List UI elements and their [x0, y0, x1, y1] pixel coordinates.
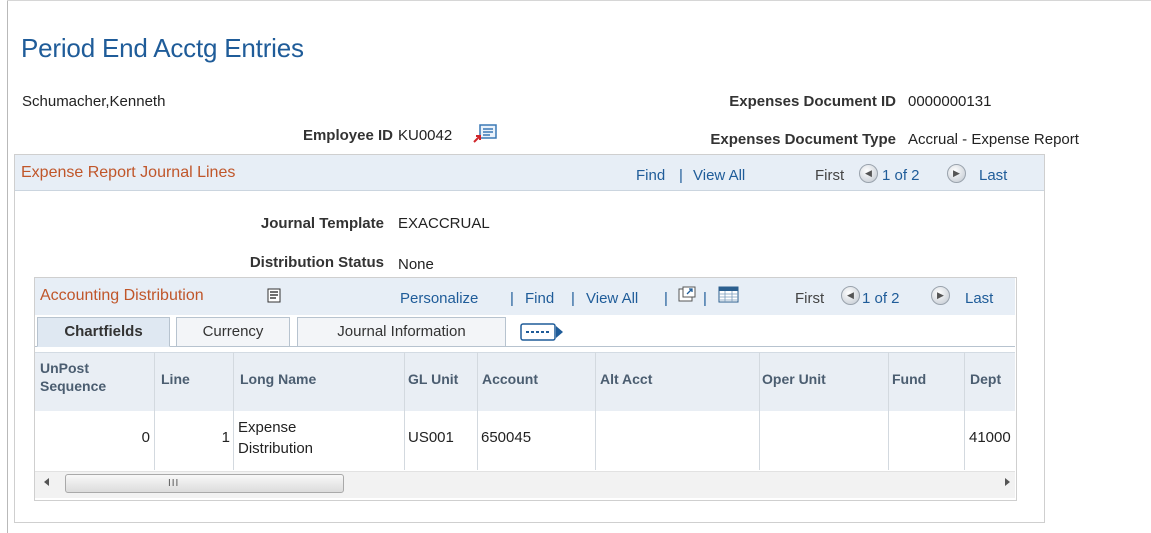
column-divider	[233, 352, 234, 470]
journal-lines-first-label: First	[815, 167, 845, 184]
show-all-columns-icon[interactable]	[520, 322, 565, 342]
journal-template-label: Journal Template	[260, 215, 384, 232]
document-type-value: Accrual - Expense Report	[908, 131, 1079, 148]
column-header-unpost-sequence[interactable]: UnPost Sequence	[40, 359, 140, 395]
column-divider	[404, 352, 405, 470]
distribution-separator-1: |	[510, 290, 514, 307]
scroll-left-arrow-icon[interactable]	[44, 478, 49, 486]
employee-lookup-icon[interactable]	[473, 124, 497, 144]
journal-lines-last-label[interactable]: Last	[979, 167, 1007, 184]
journal-template-value: EXACCRUAL	[398, 215, 490, 232]
column-header-account[interactable]: Account	[482, 371, 538, 387]
column-divider	[888, 352, 889, 470]
accounting-distribution-title: Accounting Distribution	[40, 287, 204, 304]
distribution-status-label: Distribution Status	[249, 254, 384, 271]
journal-lines-title: Expense Report Journal Lines	[21, 164, 236, 181]
column-divider	[759, 352, 760, 470]
cell-unpost-sequence: 0	[141, 429, 150, 446]
prev-circle-icon[interactable]: ◀	[841, 286, 860, 305]
personalize-link[interactable]: Personalize	[400, 290, 478, 307]
journal-lines-pager: 1 of 2	[882, 167, 920, 184]
column-divider	[595, 352, 596, 470]
employee-id-value: KU0042	[398, 127, 453, 144]
distribution-separator-2: |	[571, 290, 575, 307]
next-circle-icon[interactable]: ▶	[931, 286, 950, 305]
distribution-separator-4: |	[703, 290, 707, 307]
tab-journal-information[interactable]: Journal Information	[297, 317, 506, 347]
employee-id-label: Employee ID	[302, 127, 393, 144]
tab-currency[interactable]: Currency	[176, 317, 290, 347]
tab-chartfields[interactable]: Chartfields	[37, 317, 170, 347]
document-id-label: Expenses Document ID	[729, 93, 896, 110]
zoom-grid-icon[interactable]	[678, 286, 696, 303]
column-divider	[477, 352, 478, 470]
journal-lines-separator: |	[679, 167, 683, 184]
column-divider	[964, 352, 965, 470]
distribution-pager: 1 of 2	[862, 290, 900, 307]
column-header-oper-unit[interactable]: Oper Unit	[762, 371, 826, 387]
next-circle-icon[interactable]: ▶	[947, 164, 966, 183]
download-grid-icon[interactable]	[718, 286, 739, 303]
document-id-value: 0000000131	[908, 93, 992, 110]
column-header-dept[interactable]: Dept	[970, 371, 1001, 387]
prev-circle-icon[interactable]: ◀	[859, 164, 878, 183]
distribution-find-link[interactable]: Find	[525, 290, 554, 307]
page-frame-left	[7, 0, 8, 533]
scrollbar-thumb[interactable]	[65, 474, 344, 493]
column-header-gl-unit[interactable]: GL Unit	[408, 371, 458, 387]
column-header-long-name[interactable]: Long Name	[240, 371, 316, 387]
journal-lines-view-all-link[interactable]: View All	[693, 167, 745, 184]
document-type-label: Expenses Document Type	[710, 131, 896, 148]
cell-account: 650045	[481, 429, 532, 446]
distribution-last-label[interactable]: Last	[965, 290, 993, 307]
distribution-status-value: None	[398, 256, 434, 273]
column-header-alt-acct[interactable]: Alt Acct	[600, 371, 652, 387]
employee-name: Schumacher,Kenneth	[22, 93, 166, 110]
cell-line: 1	[221, 429, 230, 446]
column-header-line[interactable]: Line	[161, 371, 190, 387]
cell-dept: 41000	[969, 429, 1011, 446]
cell-gl-unit: US001	[408, 429, 454, 446]
journal-lines-find-link[interactable]: Find	[636, 167, 665, 184]
column-header-fund[interactable]: Fund	[892, 371, 926, 387]
scrollbar-grip: III	[168, 478, 180, 489]
scroll-right-arrow-icon[interactable]	[1005, 478, 1010, 486]
distribution-first-label: First	[795, 290, 825, 307]
column-divider	[154, 352, 155, 470]
page-title: Period End Acctg Entries	[21, 33, 304, 63]
page-frame-top	[7, 0, 1151, 1]
cell-long-name: Expense Distribution	[238, 419, 314, 457]
distribution-view-all-link[interactable]: View All	[586, 290, 638, 307]
distribution-separator-3: |	[664, 290, 668, 307]
personalize-grid-icon[interactable]	[267, 288, 281, 303]
